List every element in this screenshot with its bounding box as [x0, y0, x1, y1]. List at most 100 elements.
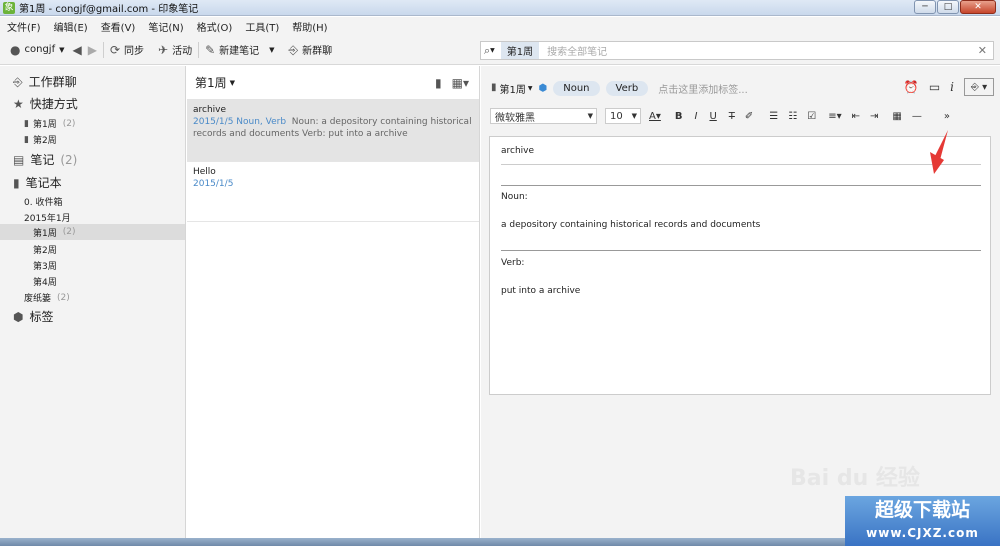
outdent-icon[interactable]: ⇤	[852, 111, 860, 122]
search-bar[interactable]: ⌕ ▼ 第1周 搜索全部笔记 ✕	[480, 41, 994, 60]
bold-icon[interactable]: B	[675, 111, 683, 122]
menu-edit[interactable]: 编辑(E)	[54, 19, 88, 34]
note-list-tools: ▮ ▦▾	[435, 76, 469, 90]
align-icon[interactable]: ≡▾	[828, 111, 841, 122]
annotation-arrow	[930, 130, 948, 174]
menu-help[interactable]: 帮助(H)	[292, 19, 327, 34]
sidebar-item-notebooks[interactable]: ▮ 笔记本	[0, 174, 185, 191]
search-input[interactable]: 搜索全部笔记	[547, 43, 607, 58]
note-count: (2)	[62, 227, 76, 237]
note-heading: Verb:	[501, 258, 525, 268]
chevron-down-icon[interactable]: ▼	[490, 47, 495, 54]
sidebar-item-week4[interactable]: 第4周	[0, 275, 185, 288]
sidebar: ⎆ 工作群聊 ★ 快捷方式 ▮ 第1周 (2) ▮ 第2周 ▤ 笔记 (2) ▮…	[0, 66, 186, 546]
forward-arrow-icon[interactable]: ▶	[88, 44, 97, 56]
sidebar-item-notes[interactable]: ▤ 笔记 (2)	[0, 151, 185, 168]
menu-bar: 文件(F) 编辑(E) 查看(V) 笔记(N) 格式(O) 工具(T) 帮助(H…	[0, 17, 1000, 35]
menu-note[interactable]: 笔记(N)	[148, 19, 183, 34]
tag-pill-verb[interactable]: Verb	[605, 80, 649, 96]
sidebar-item-stack[interactable]: 2015年1月	[0, 211, 185, 224]
note-card[interactable]: Hello 2015/1/5	[187, 162, 479, 222]
user-icon: ●	[10, 42, 21, 57]
sidebar-item-tags[interactable]: ⬢ 标签	[0, 308, 185, 325]
maximize-button[interactable]: □	[937, 0, 959, 14]
checkbox-icon[interactable]: ☑	[807, 111, 816, 122]
notebook-icon: ▮	[491, 82, 497, 93]
account-menu[interactable]: ● congjf ▼	[10, 44, 64, 56]
sidebar-item-trash[interactable]: 废纸篓 (2)	[0, 291, 185, 305]
font-family-select[interactable]: 微软雅黑 ▼	[490, 108, 597, 124]
tag-icon[interactable]: ⬢	[539, 83, 548, 94]
note-list-header: 第1周 ▼ ▮ ▦▾	[187, 66, 479, 100]
share-button[interactable]: ⎆ ▾	[964, 78, 994, 96]
sidebar-item-week1[interactable]: 第1周 (2)	[0, 224, 185, 240]
underline-icon[interactable]: U	[709, 111, 716, 122]
sync-icon: ⟳	[109, 42, 121, 57]
editor-actions: ⏰ ▭ i ⎆ ▾	[904, 78, 994, 96]
more-tools-icon[interactable]: »	[944, 111, 950, 122]
sidebar-item-week3[interactable]: 第3周	[0, 259, 185, 272]
font-family-value: 微软雅黑	[495, 112, 535, 124]
search-scope-chip[interactable]: 第1周	[500, 42, 540, 59]
note-card[interactable]: archive 2015/1/5 Noun, Verb Noun: a depo…	[187, 100, 479, 162]
back-arrow-icon[interactable]: ◀	[72, 44, 81, 56]
note-content-area[interactable]: archive Noun: a depository containing hi…	[489, 136, 991, 395]
strikethrough-icon[interactable]: T	[729, 111, 735, 122]
activity-button[interactable]: ✈ 活动	[158, 42, 192, 58]
sidebar-item-week2[interactable]: 第2周	[0, 243, 185, 256]
chevron-down-icon[interactable]: ▼	[269, 46, 274, 54]
title-bar: 象 第1周 - congjf@gmail.com - 印象笔记 ─ □ ✕	[0, 0, 1000, 16]
chevron-down-icon[interactable]: ▼	[230, 79, 235, 87]
menu-file[interactable]: 文件(F)	[7, 19, 41, 34]
new-note-button[interactable]: ✎ 新建笔记 ▼	[205, 42, 274, 58]
new-chat-label: 新群聊	[302, 46, 333, 57]
info-icon[interactable]: i	[950, 80, 954, 94]
horizontal-rule	[501, 250, 981, 251]
editor-notebook-selector[interactable]: 第1周	[500, 81, 526, 96]
tag-pill-noun[interactable]: Noun	[553, 80, 600, 96]
sidebar-item-shortcuts[interactable]: ★ 快捷方式	[0, 95, 185, 112]
chat-icon: ⎆	[288, 42, 299, 57]
sidebar-item-work-chat[interactable]: ⎆ 工作群聊	[0, 73, 185, 90]
clear-search-icon[interactable]: ✕	[978, 44, 987, 57]
notebook-icon: ▮	[24, 118, 29, 129]
satellite-icon: ✈	[158, 42, 169, 57]
note-card-snippet: records and documents Verb: put into a a…	[193, 129, 408, 139]
highlight-icon[interactable]: ✐	[745, 111, 753, 122]
menu-format[interactable]: 格式(O)	[197, 19, 233, 34]
new-chat-button[interactable]: ⎆ 新群聊	[288, 42, 333, 58]
horizontal-rule-icon[interactable]: —	[912, 111, 922, 122]
shortcut-item-week1[interactable]: ▮ 第1周 (2)	[0, 117, 185, 131]
note-list-panel: 第1周 ▼ ▮ ▦▾ archive 2015/1/5 Noun, Verb N…	[187, 66, 480, 546]
sidebar-item-inbox[interactable]: 0. 收件箱	[0, 195, 185, 208]
text-color-icon[interactable]: A▾	[649, 111, 661, 122]
shortcut-item-week2[interactable]: ▮ 第2周	[0, 133, 185, 147]
watermark-line1: 超级下载站	[874, 499, 970, 521]
notebook-icon[interactable]: ▮	[435, 76, 442, 90]
sidebar-item-label: 2015年1月	[24, 214, 71, 224]
sync-label: 同步	[124, 46, 145, 57]
note-list-title[interactable]: 第1周	[195, 74, 227, 91]
view-options-icon[interactable]: ▦▾	[452, 76, 469, 90]
reminder-icon[interactable]: ⏰	[904, 80, 919, 94]
evernote-app-icon: 象	[3, 1, 15, 14]
numbered-list-icon[interactable]: ☷	[788, 111, 797, 122]
bullet-list-icon[interactable]: ☰	[769, 111, 778, 122]
chat-icon: ⎆	[13, 74, 23, 89]
menu-view[interactable]: 查看(V)	[101, 19, 136, 34]
font-size-select[interactable]: 10 ▼	[605, 108, 641, 124]
minimize-button[interactable]: ─	[914, 0, 936, 14]
presentation-icon[interactable]: ▭	[929, 80, 940, 94]
italic-icon[interactable]: I	[695, 111, 698, 122]
sync-button[interactable]: ⟳ 同步	[109, 42, 145, 58]
font-size-value: 10	[610, 110, 623, 122]
table-icon[interactable]: ▦	[892, 111, 901, 122]
watermark-line2: www.CJXZ.com	[866, 526, 979, 540]
chevron-down-icon[interactable]: ▼	[528, 85, 533, 92]
chevron-down-icon: ▼	[59, 45, 65, 54]
sidebar-item-label: 第1周	[33, 228, 57, 239]
close-button[interactable]: ✕	[960, 0, 996, 14]
menu-tools[interactable]: 工具(T)	[245, 19, 279, 34]
add-tag-input[interactable]: 点击这里添加标签...	[658, 81, 748, 96]
indent-icon[interactable]: ⇥	[870, 111, 878, 122]
